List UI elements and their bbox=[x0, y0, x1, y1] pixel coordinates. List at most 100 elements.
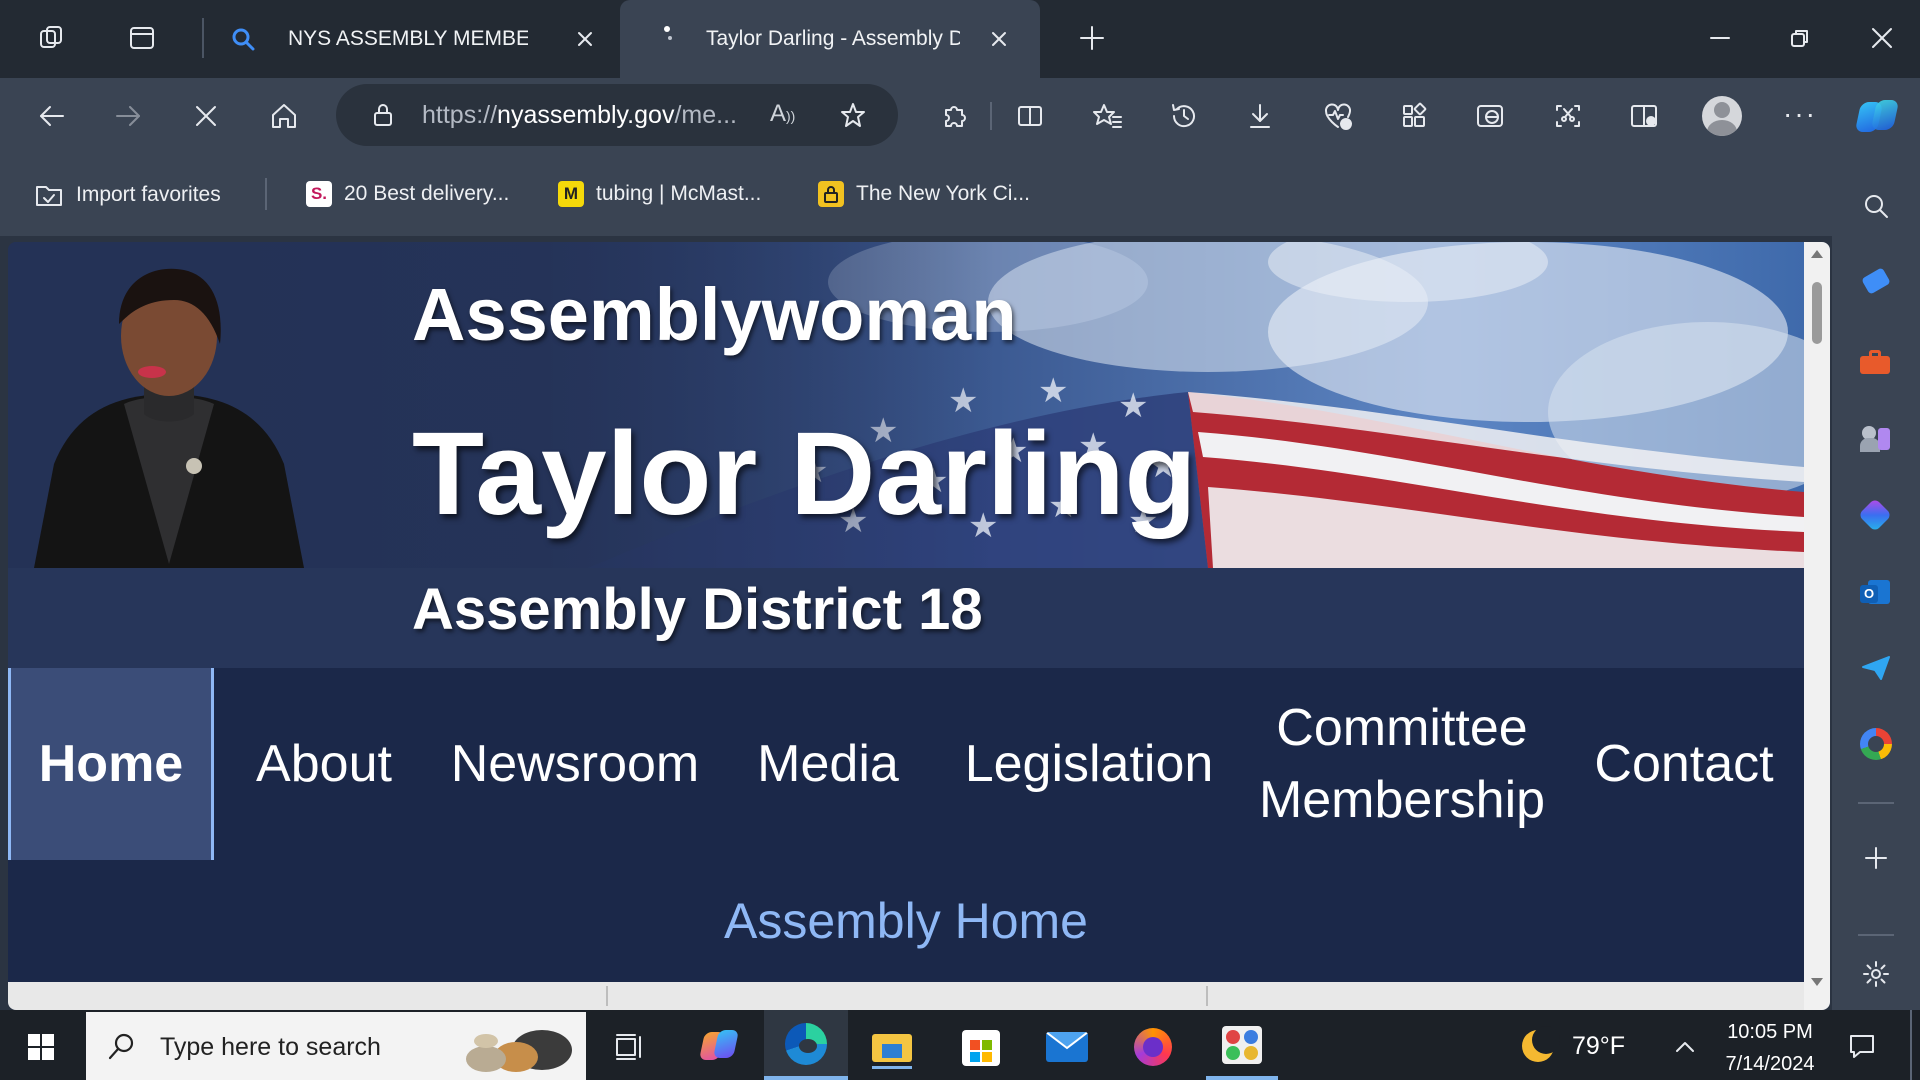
collections-icon[interactable] bbox=[1394, 96, 1434, 136]
nav-media[interactable]: Media bbox=[738, 668, 918, 860]
nav-about[interactable]: About bbox=[234, 668, 414, 860]
fav-tubing-mcmaster[interactable]: M tubing | McMast... bbox=[558, 181, 761, 207]
minimize-icon[interactable] bbox=[1700, 20, 1740, 56]
back-icon[interactable] bbox=[32, 96, 72, 136]
taskbar-search-box[interactable]: Type here to search bbox=[86, 1012, 586, 1080]
close-tab-icon[interactable] bbox=[984, 24, 1014, 54]
assembly-home-link[interactable]: Assembly Home bbox=[8, 892, 1804, 950]
reading-view-icon[interactable] bbox=[1624, 96, 1664, 136]
member-title: Assemblywoman bbox=[412, 273, 1017, 356]
taskbar-app-active[interactable] bbox=[1206, 1010, 1278, 1080]
scroll-thumb[interactable] bbox=[1812, 282, 1822, 344]
nav-home[interactable]: Home bbox=[8, 668, 214, 860]
nav-contact[interactable]: Contact bbox=[1574, 668, 1794, 860]
browser-essentials-icon[interactable] bbox=[1318, 96, 1358, 136]
show-hidden-icons-icon[interactable] bbox=[1670, 1034, 1700, 1060]
tools-icon[interactable] bbox=[1860, 350, 1890, 376]
send-icon[interactable] bbox=[1860, 654, 1892, 682]
sidebar-search-icon[interactable] bbox=[1856, 188, 1896, 224]
copilot-icon[interactable] bbox=[1854, 96, 1900, 136]
weather-moon-icon[interactable] bbox=[1518, 1026, 1560, 1066]
ie-mode-icon[interactable] bbox=[1470, 96, 1510, 136]
vertical-scrollbar[interactable] bbox=[1804, 242, 1830, 1010]
weather-temp[interactable]: 79°F bbox=[1572, 1032, 1625, 1061]
stop-loading-icon[interactable] bbox=[186, 96, 226, 136]
split-screen-icon[interactable] bbox=[1010, 96, 1050, 136]
workspaces-icon[interactable] bbox=[34, 20, 70, 56]
downloads-icon[interactable] bbox=[1240, 96, 1280, 136]
favorites-icon[interactable] bbox=[1088, 96, 1128, 136]
screenshot-icon[interactable] bbox=[1548, 96, 1588, 136]
tab-nys-assembly-members[interactable]: NYS ASSEMBLY MEMBERS bbox=[206, 10, 616, 78]
history-icon[interactable] bbox=[1164, 96, 1204, 136]
more-icon[interactable]: ··· bbox=[1780, 98, 1820, 134]
scroll-down-arrow-icon[interactable] bbox=[1811, 978, 1823, 986]
divider bbox=[265, 178, 267, 210]
nav-legislation[interactable]: Legislation bbox=[944, 668, 1234, 860]
avatar-head bbox=[1714, 102, 1730, 118]
home-icon[interactable] bbox=[264, 96, 304, 136]
microsoft-365-icon[interactable] bbox=[1858, 498, 1892, 532]
shopping-tag-icon[interactable] bbox=[1860, 267, 1891, 298]
taskbar-edge-active[interactable] bbox=[764, 1010, 848, 1080]
divider bbox=[1858, 934, 1894, 936]
lock-icon[interactable] bbox=[368, 100, 398, 130]
games-icon[interactable] bbox=[1860, 424, 1892, 454]
member-name: Taylor Darling bbox=[412, 408, 1197, 540]
fav-label: 20 Best delivery... bbox=[344, 182, 510, 205]
settings-gear-icon[interactable] bbox=[1858, 956, 1894, 992]
fav-label: Import favorites bbox=[76, 183, 221, 206]
app-dot bbox=[1226, 1046, 1240, 1060]
mail-envelope bbox=[1046, 1032, 1088, 1050]
show-desktop-edge[interactable] bbox=[1910, 1010, 1912, 1080]
url-text[interactable]: https://nyassembly.gov/me... bbox=[422, 101, 737, 130]
address-bar[interactable]: https://nyassembly.gov/me... A)) bbox=[336, 84, 898, 146]
nav-newsroom[interactable]: Newsroom bbox=[440, 668, 710, 860]
notifications-icon[interactable] bbox=[1844, 1028, 1880, 1064]
firefox-icon[interactable] bbox=[1134, 1028, 1172, 1066]
clock[interactable]: 10:05 PM 7/14/2024 bbox=[1710, 1016, 1830, 1080]
microsoft-store-icon[interactable] bbox=[962, 1030, 1000, 1066]
loading-dot bbox=[668, 36, 672, 40]
close-tab-icon[interactable] bbox=[570, 24, 600, 54]
divider bbox=[606, 986, 608, 1006]
file-explorer-icon[interactable] bbox=[872, 1030, 912, 1069]
outlook-icon[interactable]: O bbox=[1860, 578, 1890, 608]
tab-title: Taylor Darling - Assembly D bbox=[706, 27, 960, 50]
new-tab-icon[interactable] bbox=[1074, 20, 1110, 56]
tab-taylor-darling[interactable]: Taylor Darling - Assembly D bbox=[620, 0, 1040, 78]
read-aloud-icon[interactable]: A)) bbox=[770, 100, 802, 130]
google-icon[interactable] bbox=[1860, 728, 1892, 760]
fav-new-york-city[interactable]: The New York Ci... bbox=[818, 181, 1030, 207]
store-tile bbox=[982, 1052, 992, 1062]
copilot-taskbar-icon[interactable] bbox=[698, 1026, 740, 1066]
restore-icon[interactable] bbox=[1780, 20, 1820, 56]
nav-committee-membership[interactable]: Committee Membership bbox=[1252, 668, 1552, 860]
open-indicator bbox=[872, 1066, 912, 1069]
tab-actions-icon[interactable] bbox=[124, 20, 160, 56]
task-view-icon[interactable] bbox=[612, 1030, 648, 1064]
stone-light bbox=[466, 1046, 506, 1072]
close-window-icon[interactable] bbox=[1862, 20, 1902, 56]
outlook-letter-icon: O bbox=[1860, 585, 1878, 603]
windows-start-icon[interactable] bbox=[28, 1034, 54, 1060]
horizontal-scroll-area bbox=[8, 982, 1804, 1010]
forward-icon[interactable] bbox=[108, 96, 148, 136]
divider bbox=[202, 18, 204, 58]
app-dot bbox=[1244, 1046, 1258, 1060]
favorite-star-icon[interactable] bbox=[836, 98, 870, 132]
district-label: Assembly District 18 bbox=[412, 577, 983, 642]
scroll-up-arrow-icon[interactable] bbox=[1811, 250, 1823, 258]
toolbox-handle bbox=[1869, 350, 1881, 358]
games-body bbox=[1860, 438, 1880, 452]
url-scheme: https:// bbox=[422, 101, 498, 129]
fav-import-favorites[interactable]: Import favorites bbox=[34, 181, 221, 209]
store-tile bbox=[982, 1040, 992, 1050]
fav-20-best-delivery[interactable]: S. 20 Best delivery... bbox=[306, 181, 509, 207]
search-icon bbox=[228, 24, 258, 54]
add-sidebar-icon[interactable] bbox=[1860, 842, 1892, 874]
mail-icon[interactable] bbox=[1046, 1032, 1088, 1062]
fav-label: The New York Ci... bbox=[856, 182, 1030, 205]
profile-avatar[interactable] bbox=[1702, 96, 1742, 136]
extensions-icon[interactable] bbox=[934, 96, 974, 136]
